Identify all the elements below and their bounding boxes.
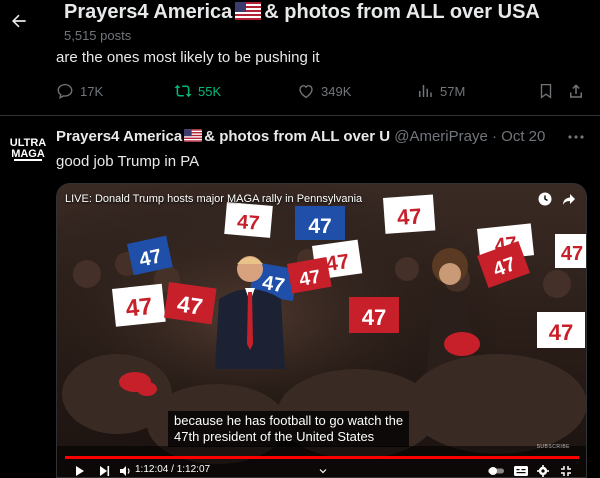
share-icon xyxy=(570,84,582,98)
caption-line-2: 47th president of the United States xyxy=(174,429,375,444)
svg-text:47: 47 xyxy=(396,203,422,230)
tweet-header: Prayers4 America & photos from ALL over U… xyxy=(56,128,596,148)
dot-separator: · xyxy=(492,128,497,145)
bookmark-button[interactable] xyxy=(537,82,555,100)
reply-button[interactable]: 17K xyxy=(56,82,103,100)
repost-icon xyxy=(174,84,192,98)
fullscreen-exit-icon xyxy=(561,465,571,476)
tweet-text: good job Trump in PA xyxy=(56,153,200,170)
us-flag-icon xyxy=(184,129,203,142)
profile-title: Prayers4 America & photos from ALL over U… xyxy=(64,1,540,24)
svg-text:47: 47 xyxy=(137,245,163,271)
like-button[interactable]: 349K xyxy=(297,82,351,100)
next-button[interactable] xyxy=(99,462,110,477)
heart-icon xyxy=(299,85,313,99)
svg-text:47: 47 xyxy=(298,267,322,291)
author-name[interactable]: Prayers4 America & photos from ALL over U xyxy=(56,128,390,145)
captions-button[interactable] xyxy=(514,462,528,477)
back-arrow-icon xyxy=(12,14,26,28)
svg-text:47: 47 xyxy=(308,215,331,238)
views-button[interactable]: 57M xyxy=(416,82,465,100)
author-name-prefix: Prayers4 America xyxy=(56,128,183,145)
us-flag-icon xyxy=(235,2,262,20)
analytics-icon xyxy=(419,85,432,97)
post-count: 5,515 posts xyxy=(64,28,132,43)
back-button[interactable] xyxy=(4,6,34,36)
svg-text:MAGA: MAGA xyxy=(11,148,45,160)
avatar[interactable]: ULTRA MAGA xyxy=(8,127,48,167)
previous-tweet-text: are the ones most likely to be pushing i… xyxy=(56,49,320,66)
repost-button[interactable]: 55K xyxy=(174,82,221,100)
video-progress-fill xyxy=(65,456,579,459)
svg-text:47: 47 xyxy=(236,211,260,235)
previous-tweet-actions: 17K 55K 349K 57M xyxy=(56,82,591,104)
video-player[interactable]: 47 47 47 47 47 47 47 47 47 47 47 47 47 4… xyxy=(56,183,587,478)
video-top-icons xyxy=(538,192,576,206)
subscribe-watermark: SUBSCRIBE xyxy=(536,444,570,450)
view-count: 57M xyxy=(440,83,466,99)
volume-icon xyxy=(120,465,130,476)
video-title: LIVE: Donald Trump hosts major MAGA rall… xyxy=(65,193,363,205)
more-icon xyxy=(568,135,584,139)
profile-title-prefix: Prayers4 America xyxy=(64,1,233,23)
reply-count: 17K xyxy=(80,83,104,99)
video-caption: because he has football to go watch the … xyxy=(168,411,410,447)
fullscreen-button[interactable] xyxy=(560,462,572,477)
autoplay-toggle-icon xyxy=(488,466,504,475)
ultra-maga-logo: ULTRA MAGA xyxy=(8,127,48,167)
play-button[interactable] xyxy=(75,462,85,477)
share-arrow-icon[interactable] xyxy=(562,192,576,206)
svg-text:47: 47 xyxy=(176,290,205,319)
more-options-button[interactable] xyxy=(566,128,586,146)
video-progress-bar[interactable] xyxy=(65,456,579,459)
svg-text:47: 47 xyxy=(124,293,153,323)
closed-captions-icon xyxy=(514,465,528,476)
play-icon xyxy=(76,465,84,476)
like-count: 349K xyxy=(321,83,352,99)
tweet-date[interactable]: Oct 20 xyxy=(501,128,545,145)
clock-icon[interactable] xyxy=(538,192,552,206)
author-name-suffix: & photos from ALL over U xyxy=(204,128,391,145)
svg-text:47: 47 xyxy=(362,305,386,330)
chevron-button[interactable] xyxy=(319,462,327,477)
skip-next-icon xyxy=(100,465,110,476)
share-button[interactable] xyxy=(567,82,585,100)
svg-text:47: 47 xyxy=(549,320,573,345)
top-header: Prayers4 America & photos from ALL over U… xyxy=(0,0,600,48)
svg-text:47: 47 xyxy=(561,243,583,265)
author-handle[interactable]: @AmeriPraye xyxy=(394,128,488,145)
gear-icon xyxy=(537,464,549,477)
tweet-divider xyxy=(0,115,600,116)
chevron-down-icon xyxy=(319,468,327,473)
settings-button[interactable] xyxy=(537,462,549,477)
bookmark-icon xyxy=(540,83,552,99)
video-controls: 1:12:04 / 1:12:07 xyxy=(57,462,586,477)
repost-count: 55K xyxy=(198,83,222,99)
caption-line-1: because he has football to go watch the xyxy=(174,413,404,428)
reply-icon xyxy=(57,83,73,100)
profile-title-suffix: & photos from ALL over USA xyxy=(264,1,540,23)
autoplay-toggle[interactable] xyxy=(487,462,505,477)
volume-button[interactable] xyxy=(119,462,131,477)
video-time: 1:12:04 / 1:12:07 xyxy=(135,464,211,475)
